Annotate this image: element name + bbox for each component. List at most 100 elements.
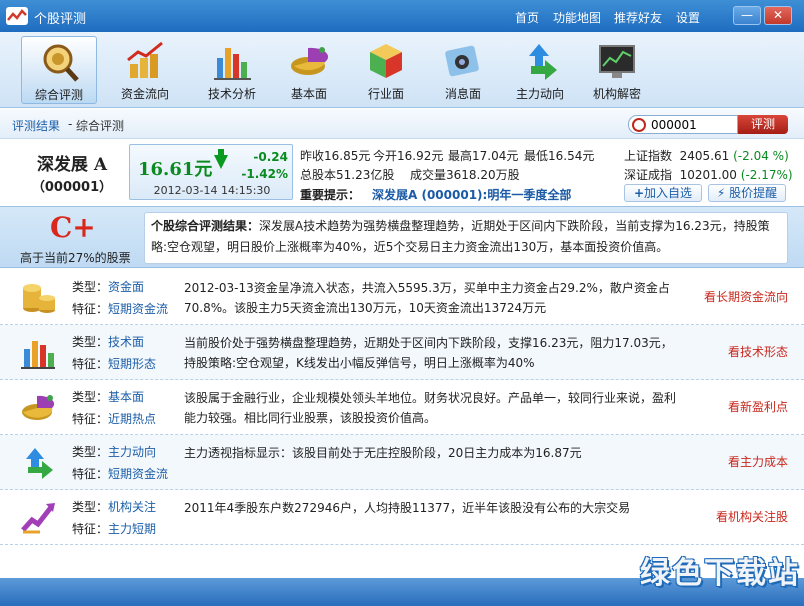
breadcrumb-bar: 评测结果 - 综合评测 评测: [0, 109, 804, 139]
detail-link[interactable]: 看机构关注股: [716, 508, 788, 525]
nav-function-map[interactable]: 功能地图: [553, 9, 601, 26]
detail-row-institution: 类型：机构关注 特征：主力短期 2011年4季股东户数272946户，人均持股1…: [0, 490, 804, 545]
site-watermark: 绿色下载站: [640, 556, 800, 591]
grade-badge: C+: [50, 211, 96, 244]
detail-type: 类型：技术面: [72, 335, 145, 349]
pie-chart-icon: [20, 390, 56, 424]
tool-label: 主力动向: [515, 87, 564, 101]
price-alert-button[interactable]: ⚡ 股价提醒: [708, 184, 786, 202]
magnifier-icon: [38, 41, 80, 83]
breadcrumb-current: 综合评测: [76, 119, 125, 133]
stock-code: （000001）: [31, 180, 113, 195]
tool-comprehensive[interactable]: 综合评测: [21, 36, 97, 104]
detail-link[interactable]: 看长期资金流向: [704, 288, 788, 305]
monitor-icon: [596, 40, 638, 82]
price-box: 16.61元 -0.24 -1.42% 2012-03-14 14:15:30: [129, 144, 293, 200]
breadcrumb-separator: -: [68, 117, 73, 131]
evaluate-button[interactable]: 评测: [738, 115, 788, 134]
app-logo-icon: [6, 7, 28, 25]
detail-row-capital: 类型：资金面 特征：短期资金流 2012-03-13资金呈净流入状态，共流入55…: [0, 270, 804, 325]
cube-icon: [365, 40, 407, 82]
lightning-icon: ⚡: [716, 186, 726, 200]
prev-close: 昨收16.85元: [300, 149, 371, 163]
grade-percentile: 高于当前27%的股票: [20, 251, 131, 265]
detail-text: 主力透视指标显示：该股目前处于无庄控股阶段，20日主力成本为16.87元: [184, 446, 582, 460]
tool-industry[interactable]: 行业面: [348, 36, 424, 104]
current-price: 16.61元: [138, 159, 213, 180]
down-arrow-icon: [214, 155, 228, 169]
tool-main-force[interactable]: 主力动向: [502, 36, 578, 104]
minimize-button[interactable]: —: [733, 6, 761, 25]
key-tip-link[interactable]: 深发展A (000001):明年一季度全部: [372, 186, 571, 203]
main-toolbar: 综合评测 资金流向 技术分析 基本面 行业面 消息面 主力动向 机构解密: [0, 32, 804, 108]
detail-row-main-force: 类型：主力动向 特征：短期资金流 主力透视指标显示：该股目前处于无庄控股阶段，2…: [0, 435, 804, 490]
bar-chart-icon: [211, 40, 253, 82]
tool-institution[interactable]: 机构解密: [579, 36, 655, 104]
shanghai-index: 上证指数 2405.61 (-2.04 %): [624, 149, 789, 163]
search-box: [628, 115, 738, 134]
pie-chart-icon: [288, 40, 330, 82]
tool-technical[interactable]: 技术分析: [194, 36, 270, 104]
tool-label: 机构解密: [592, 87, 641, 101]
price-change: -0.24: [253, 150, 288, 164]
detail-feature: 特征：短期形态: [72, 357, 157, 371]
detail-row-fundamental: 类型：基本面 特征：近期热点 该股属于金融行业，企业规模处领头羊地位。财务状况良…: [0, 380, 804, 435]
search-icon: [632, 118, 646, 132]
summary-title: 个股综合评测结果：: [151, 219, 260, 233]
high-price: 最高17.04元: [448, 149, 519, 163]
tool-label: 综合评测: [34, 88, 83, 102]
tool-capital-flow[interactable]: 资金流向: [107, 36, 183, 104]
quote-time: 2012-03-14 14:15:30: [153, 184, 271, 197]
detail-feature: 特征：主力短期: [72, 522, 157, 536]
title-bar: 个股评测 首页 功能地图 推荐好友 设置 — ✕: [0, 0, 804, 32]
stock-header: 深发展 A （000001） 16.61元 -0.24 -1.42% 2012-…: [0, 140, 804, 206]
detail-link[interactable]: 看技术形态: [728, 343, 788, 360]
detail-type: 类型：基本面: [72, 390, 145, 404]
detail-feature: 特征：近期热点: [72, 412, 157, 426]
arrows-icon: [20, 445, 56, 479]
detail-link[interactable]: 看新盈利点: [728, 398, 788, 415]
detail-type: 类型：资金面: [72, 280, 145, 294]
detail-text: 2011年4季股东户数272946户，人均持股11377，近半年该股没有公布的大…: [184, 501, 631, 515]
breadcrumb-root[interactable]: 评测结果: [12, 117, 60, 134]
stock-name: 深发展 A: [36, 155, 108, 175]
tool-label: 基本面: [290, 87, 327, 101]
tool-news[interactable]: 消息面: [425, 36, 501, 104]
add-watchlist-button[interactable]: +加入自选: [624, 184, 702, 202]
tool-label: 技术分析: [207, 87, 256, 101]
stock-code-input[interactable]: [651, 117, 735, 132]
open-price: 今开16.92元: [373, 149, 444, 163]
detail-row-technical: 类型：技术面 特征：短期形态 当前股价处于强势横盘整理趋势，近期处于区间内下跌阶…: [0, 325, 804, 380]
volume: 成交量3618.20万股: [410, 168, 520, 182]
total-shares: 总股本51.23亿股: [300, 168, 395, 182]
arrows-icon: [519, 40, 561, 82]
nav-settings[interactable]: 设置: [676, 9, 700, 26]
detail-text: 当前股价处于强势横盘整理趋势，近期处于区间内下跌阶段，支撑16.23元，阻力17…: [184, 336, 673, 370]
detail-text: 该股属于金融行业，企业规模处领头羊地位。财务状况良好。产品单一，较同行业来说，盈…: [184, 391, 677, 425]
coins-chart-icon: [124, 40, 166, 82]
summary-panel: C+ 高于当前27%的股票 个股综合评测结果：深发展A技术趋势为强势横盘整理趋势…: [0, 206, 804, 268]
tool-label: 资金流向: [120, 87, 169, 101]
detail-type: 类型：机构关注: [72, 500, 157, 514]
detail-link[interactable]: 看主力成本: [728, 453, 788, 470]
close-button[interactable]: ✕: [764, 6, 792, 25]
key-tip-label: 重要提示：: [300, 188, 361, 202]
tool-label: 行业面: [367, 87, 404, 101]
shenzhen-index: 深证成指 10201.00 (-2.17%): [624, 168, 793, 182]
nav-recommend-friend[interactable]: 推荐好友: [614, 9, 662, 26]
tool-fundamental[interactable]: 基本面: [271, 36, 347, 104]
coins-icon: [20, 280, 56, 314]
detail-feature: 特征：短期资金流: [72, 302, 169, 316]
plus-icon: +: [633, 186, 645, 200]
news-icon: [442, 40, 484, 82]
detail-type: 类型：主力动向: [72, 445, 157, 459]
tool-label: 消息面: [444, 87, 481, 101]
nav-home[interactable]: 首页: [515, 9, 539, 26]
price-change-percent: -1.42%: [241, 167, 288, 181]
window-title: 个股评测: [34, 12, 87, 27]
summary-card: 个股综合评测结果：深发展A技术趋势为强势横盘整理趋势，近期处于区间内下跌阶段，当…: [144, 212, 788, 264]
detail-text: 2012-03-13资金呈净流入状态，共流入5595.3万，买单中主力资金占29…: [184, 281, 670, 315]
detail-feature: 特征：短期资金流: [72, 467, 169, 481]
trend-icon: [20, 500, 56, 534]
bar-chart-icon: [20, 335, 56, 369]
